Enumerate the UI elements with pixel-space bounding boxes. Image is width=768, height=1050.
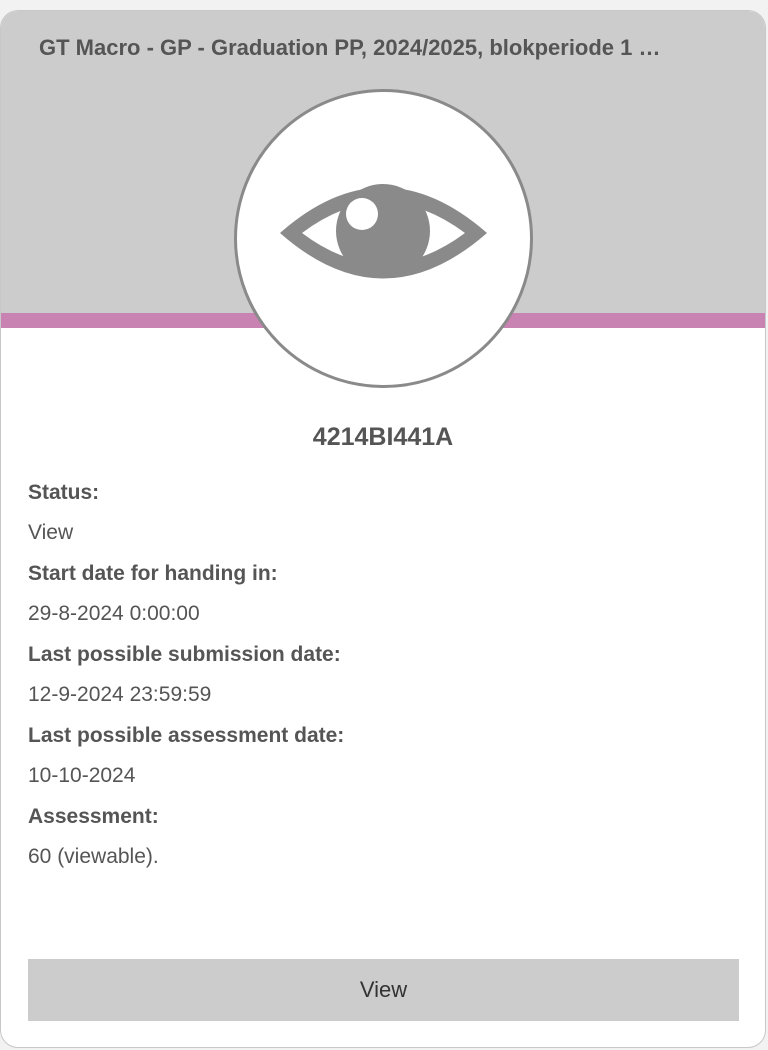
details-list: Status: View Start date for handing in: … bbox=[28, 479, 738, 884]
course-code: 4214BI441A bbox=[312, 423, 454, 451]
assessment-date-value: 10-10-2024 bbox=[28, 764, 136, 787]
status-value: View bbox=[28, 521, 74, 544]
view-button[interactable]: View bbox=[28, 959, 739, 1021]
assessment-date-label: Last possible assessment date: bbox=[28, 724, 345, 747]
submission-date-label: Last possible submission date: bbox=[28, 643, 341, 666]
start-date-label: Start date for handing in: bbox=[28, 562, 278, 585]
submission-date-value: 12-9-2024 23:59:59 bbox=[28, 683, 212, 706]
assignment-card: GT Macro - GP - Graduation PP, 2024/2025… bbox=[0, 10, 766, 1048]
eye-icon-circle bbox=[234, 89, 533, 388]
status-label: Status: bbox=[28, 481, 100, 504]
eye-icon bbox=[280, 184, 487, 279]
assessment-value: 60 (viewable). bbox=[28, 845, 159, 868]
card-title: GT Macro - GP - Graduation PP, 2024/2025… bbox=[39, 35, 661, 60]
start-date-value: 29-8-2024 0:00:00 bbox=[28, 602, 200, 625]
assessment-label: Assessment: bbox=[28, 805, 159, 828]
